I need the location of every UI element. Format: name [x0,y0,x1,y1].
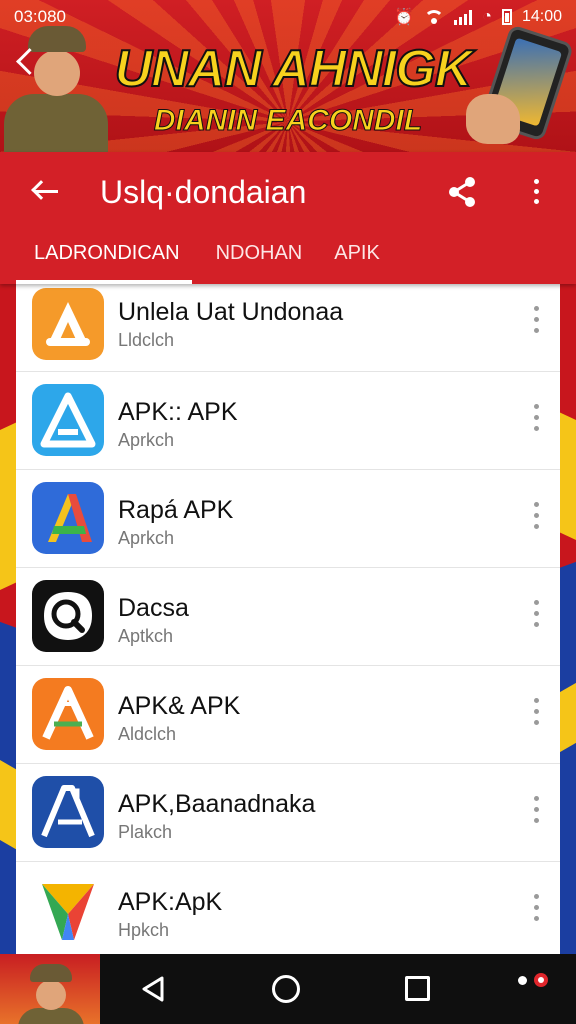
app-subtitle: Aldclch [118,724,177,744]
tab-bar: LADRONDICAN NDOHAN APIK [16,240,398,284]
list-item[interactable]: Rapá APK Aprkch [16,470,560,568]
back-arrow-icon[interactable] [26,172,66,212]
item-more-icon[interactable] [530,306,542,336]
soldier-thumbnail[interactable] [0,954,100,1024]
app-name: APK:ApK [118,888,223,916]
app-name: APK,Baanadnaka [118,790,316,818]
banner-title: UNAN AHNIGK [114,39,474,99]
orange-a-app-icon [32,678,104,750]
share-icon[interactable] [442,172,482,212]
status-bar: 03:080 ⏰ ◔ 14:00 [0,0,576,34]
app-name: Rapá APK [118,496,234,524]
more-options-icon[interactable] [516,172,556,212]
app-name: APK& APK [118,692,241,720]
item-more-icon[interactable] [530,600,542,630]
status-clock: 14:00 [521,8,562,25]
tab-ndohan[interactable]: NDOHAN [192,240,321,284]
app-name: Unlela Uat Undonaa [118,298,344,326]
tab-label: APIK [334,242,380,264]
item-more-icon[interactable] [530,698,542,728]
data-saver-icon: ◔ [482,8,492,25]
blue-a-app-icon [32,776,104,848]
orange-a-app-icon [32,288,104,360]
list-item[interactable]: Unlela Uat Undonaa Lldclch [16,284,560,372]
app-name: APK:: APK [118,398,238,426]
item-more-icon[interactable] [530,796,542,826]
black-search-app-icon [32,580,104,652]
item-more-icon[interactable] [530,894,542,924]
item-more-icon[interactable] [530,404,542,434]
tab-label: NDOHAN [215,242,303,264]
soldier-illustration [0,20,110,152]
banner-subtitle: DIANIN EACONDIL [153,104,423,138]
list-item[interactable]: Dacsa Aptkch [16,568,560,666]
nav-back-icon[interactable] [138,974,168,1004]
app-subtitle: Hpkch [118,920,170,940]
blue-a-app-icon [32,384,104,456]
tab-apik[interactable]: APIK [320,240,398,284]
signal-icon [454,9,473,25]
list-item[interactable]: APK:: APK Aprkch [16,372,560,470]
app-list: Unlela Uat Undonaa Lldclch APK:: APK Apr… [16,284,560,954]
app-name: Dacsa [118,594,189,622]
notification-dots-icon[interactable] [514,973,554,993]
page-title: Uslq·dondaian [100,174,307,210]
system-nav-bar [0,954,576,1024]
app-subtitle: Plakch [118,822,173,842]
list-item[interactable]: APK:ApK Hpkch [16,862,560,954]
app-subtitle: Aptkch [118,626,174,646]
app-subtitle: Aprkch [118,430,175,450]
app-subtitle: Aprkch [118,528,175,548]
app-subtitle: Lldclch [118,330,175,350]
list-item[interactable]: APK& APK Aldclch [16,666,560,764]
tab-ladrondican[interactable]: LADRONDICAN [16,240,192,284]
play-triangle-app-icon [32,874,104,946]
status-time: 03:080 [14,7,66,26]
nav-recents-icon[interactable] [405,976,430,1001]
app-bar: Uslq·dondaian LADRONDICAN NDOHAN APIK [0,152,576,284]
alarm-icon: ⏰ [394,9,415,26]
tab-label: LADRONDICAN [34,242,180,264]
item-more-icon[interactable] [530,502,542,532]
multicolor-a-app-icon [32,482,104,554]
wifi-icon [424,10,445,24]
list-item[interactable]: APK,Baanadnaka Plakch [16,764,560,862]
battery-icon [501,9,512,25]
nav-home-icon[interactable] [272,975,300,1003]
